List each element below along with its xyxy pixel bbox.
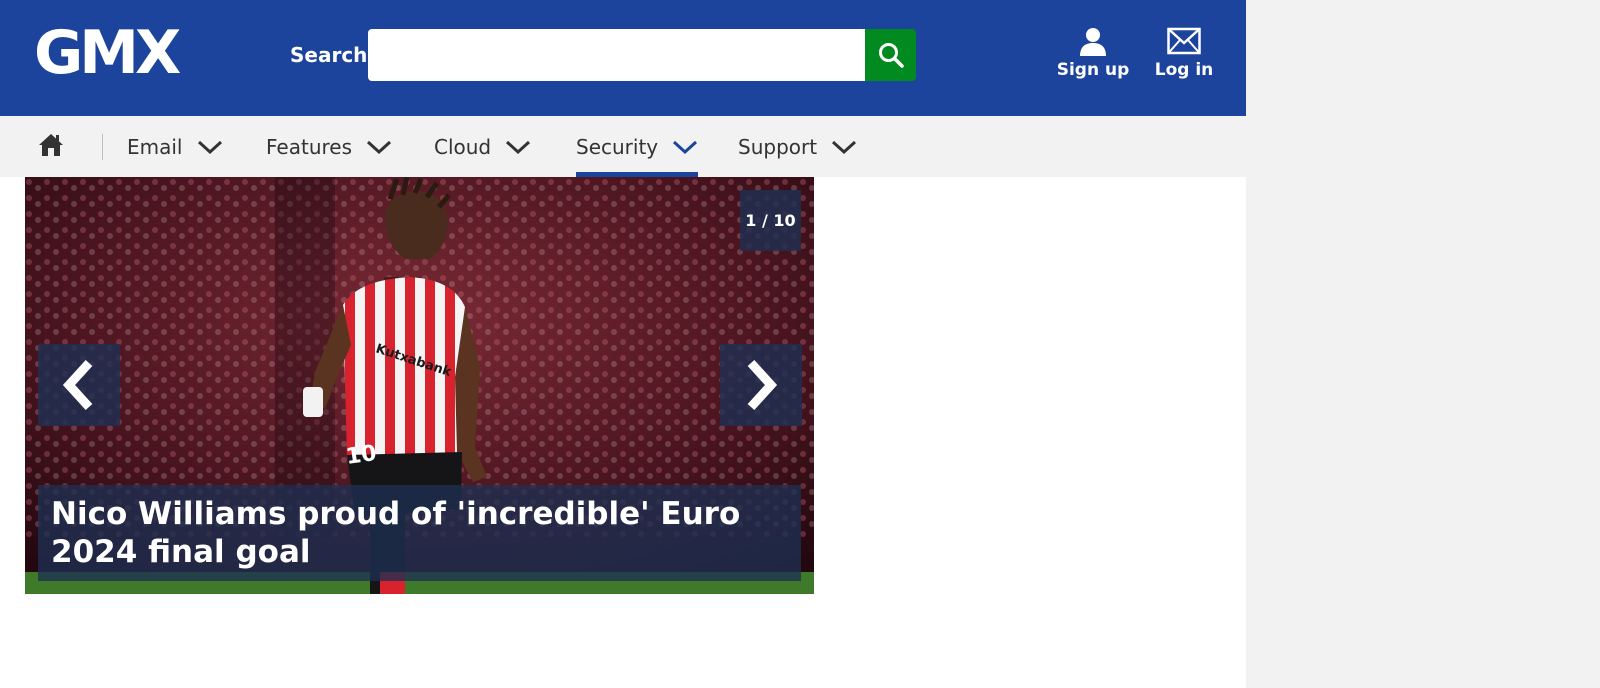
nav-item-email[interactable]: Email: [127, 116, 223, 177]
chevron-down-icon: [673, 140, 698, 154]
slide-counter: 1 / 10: [740, 190, 801, 251]
page-margin: [1246, 0, 1600, 688]
login-button[interactable]: Log in: [1154, 26, 1214, 80]
chevron-down-icon: [197, 140, 222, 154]
search-icon: [878, 43, 904, 68]
nav-item-support[interactable]: Support: [738, 116, 857, 177]
prev-slide-button[interactable]: [38, 344, 120, 426]
chevron-right-icon: [747, 359, 778, 411]
search-button[interactable]: [865, 29, 916, 81]
nav-item-label: Features: [266, 134, 352, 159]
nav-item-cloud[interactable]: Cloud: [434, 116, 531, 177]
nav-item-label: Support: [738, 134, 818, 159]
envelope-icon: [1167, 27, 1201, 55]
chevron-down-icon: [366, 140, 392, 154]
signup-label: Sign up: [1056, 60, 1130, 80]
shirt-number: 10: [344, 441, 378, 470]
chevron-down-icon: [506, 140, 531, 154]
slide-caption[interactable]: Nico Williams proud of 'incredible' Euro…: [38, 485, 801, 581]
next-slide-button[interactable]: [720, 344, 802, 426]
nav-divider: [102, 134, 103, 160]
search-label: Search: [290, 43, 368, 67]
user-icon: [1080, 28, 1106, 56]
main-nav: Email Features Cloud Security Support: [0, 116, 1246, 177]
home-icon: [39, 134, 63, 156]
signup-button[interactable]: Sign up: [1056, 26, 1130, 80]
nav-item-label: Security: [576, 134, 659, 159]
search-input[interactable]: [368, 29, 865, 81]
page: GMX Search Sign up Log in Email Features…: [0, 0, 1246, 688]
news-carousel[interactable]: 10 Kutxabank 1 / 10 Nico Williams proud …: [25, 177, 814, 594]
chevron-left-icon: [62, 359, 93, 411]
home-button[interactable]: [38, 132, 64, 158]
nav-item-security[interactable]: Security: [576, 116, 699, 177]
login-label: Log in: [1154, 60, 1214, 80]
chevron-down-icon: [832, 140, 857, 154]
header: GMX Search Sign up Log in: [0, 0, 1246, 116]
nav-item-label: Cloud: [434, 134, 492, 159]
nav-item-label: Email: [127, 134, 183, 159]
gmx-logo[interactable]: GMX: [34, 22, 181, 84]
nav-item-features[interactable]: Features: [266, 116, 392, 177]
